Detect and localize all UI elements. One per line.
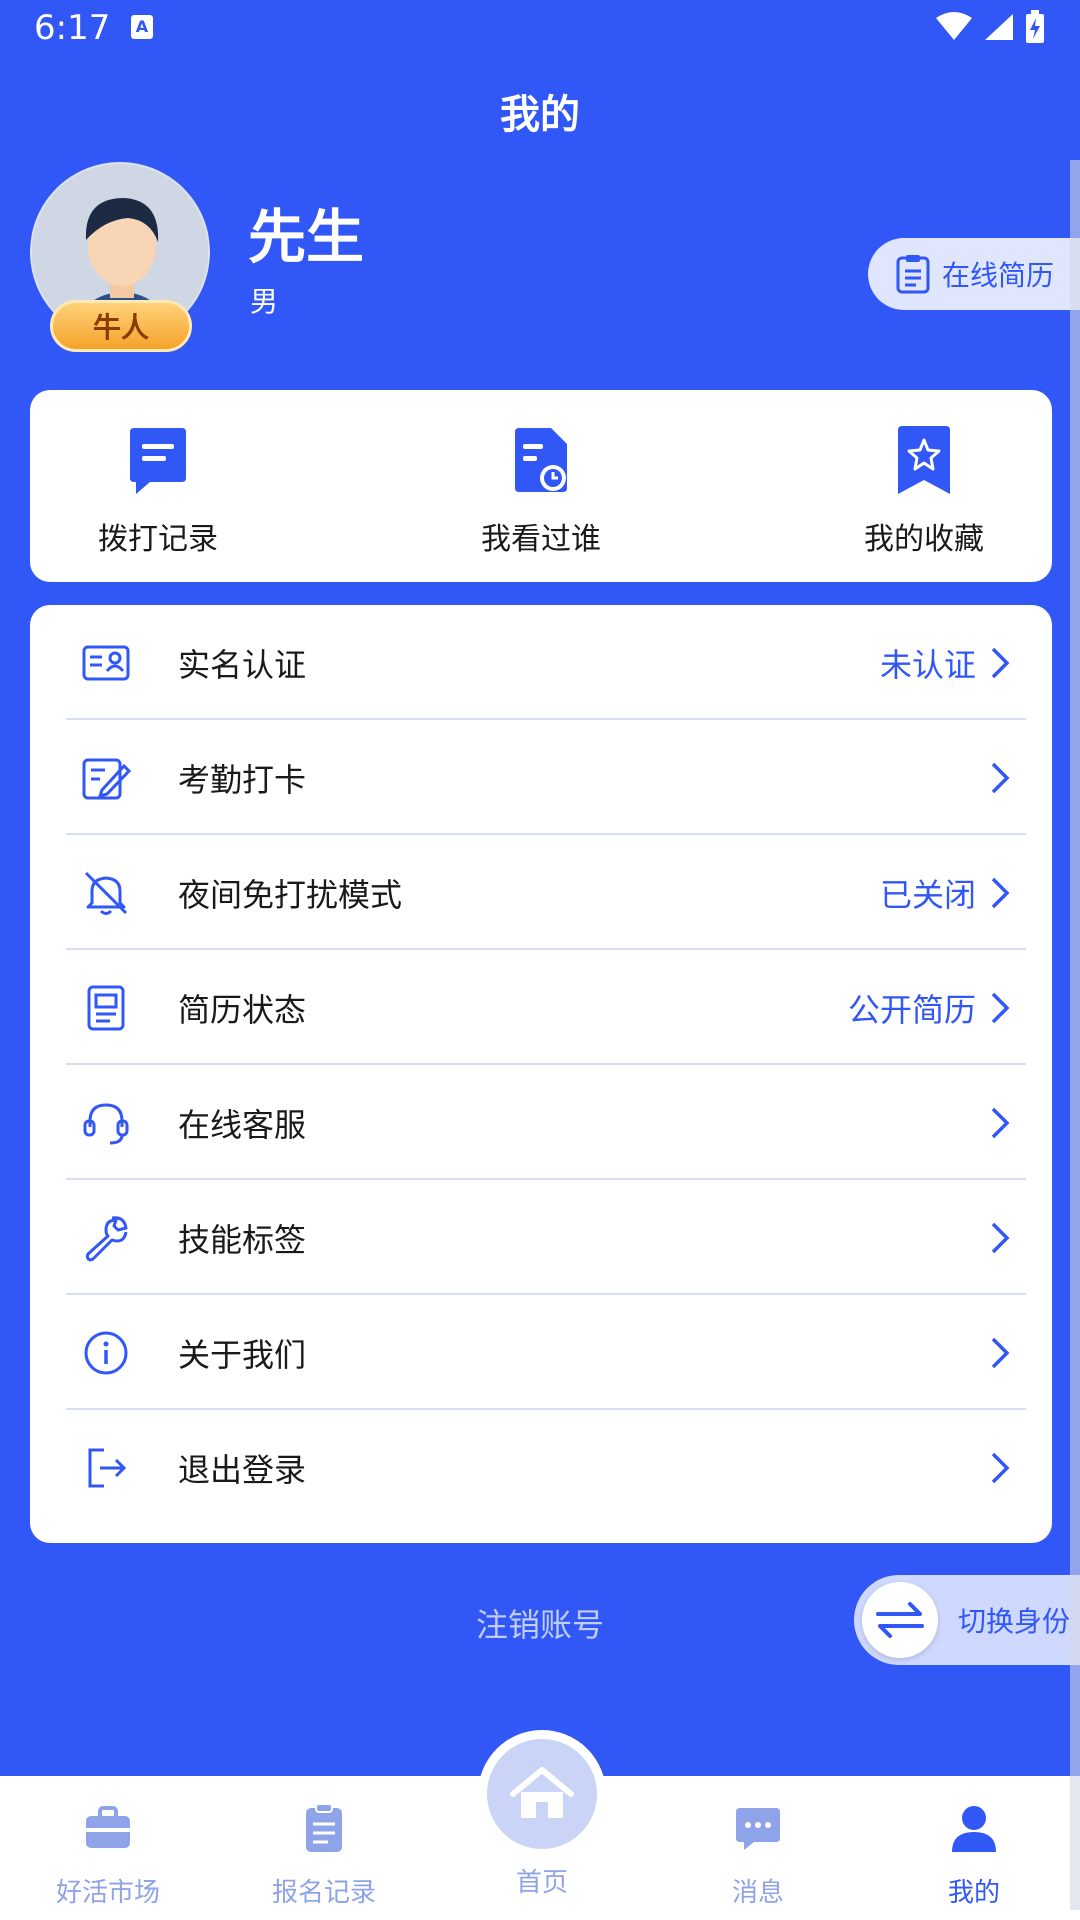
page-title: 我的: [500, 92, 580, 138]
menu-label: 夜间免打扰模式: [178, 875, 403, 914]
user-name: 先生: [248, 203, 365, 271]
home-inner: [487, 1739, 597, 1849]
menu-label: 实名认证: [178, 645, 307, 684]
wifi-icon: [936, 12, 972, 40]
quick-favorites[interactable]: 我的收藏: [814, 424, 1034, 558]
resume-icon: [896, 255, 930, 294]
home-icon: [510, 1767, 574, 1818]
menu-value: 已关闭: [879, 875, 976, 914]
attendance-icon: [82, 758, 132, 799]
scrollbar[interactable]: [1070, 160, 1080, 1910]
role-badge: 牛人: [50, 300, 192, 352]
swap-arrows-icon: [876, 1602, 924, 1638]
clipboard-icon: [306, 1803, 342, 1852]
document-icon: [87, 985, 125, 1030]
battery-icon: [1026, 10, 1044, 43]
chevron-right-icon: [991, 1452, 1010, 1483]
info-icon: [84, 1331, 128, 1374]
quick-actions-card: 拨打记录 我看过谁 我的收藏: [30, 390, 1052, 582]
settings-menu-card: 实名认证 未认证 考勤打卡 夜间免打扰模式 已关闭 简历状态 公开简历 在线客服…: [30, 605, 1052, 1543]
notification-a-icon: A: [131, 15, 153, 39]
menu-item-customer-service[interactable]: 在线客服: [66, 1065, 1026, 1180]
nav-mine[interactable]: 我的: [894, 1802, 1054, 1909]
message-icon: [736, 1808, 780, 1850]
nav-label: 好活市场: [55, 1878, 160, 1908]
quick-viewed-history-label: 我看过谁: [481, 522, 601, 557]
chevron-right-icon: [991, 1107, 1010, 1138]
menu-label: 技能标签: [178, 1220, 307, 1259]
menu-label: 考勤打卡: [178, 760, 307, 799]
nav-signup-records[interactable]: 报名记录: [244, 1802, 404, 1909]
nav-label: 我的: [947, 1878, 1000, 1908]
status-time: 6:17: [34, 8, 111, 48]
logout-icon: [88, 1448, 127, 1487]
menu-label: 在线客服: [178, 1105, 307, 1144]
menu-item-attendance[interactable]: 考勤打卡: [66, 720, 1026, 835]
user-gender: 男: [250, 285, 279, 318]
menu-value: 未认证: [879, 645, 976, 684]
menu-item-about-us[interactable]: 关于我们: [66, 1295, 1026, 1410]
online-resume-label: 在线简历: [942, 259, 1055, 292]
nav-label: 报名记录: [271, 1878, 376, 1908]
user-icon: [952, 1806, 996, 1852]
quick-favorites-label: 我的收藏: [864, 522, 984, 557]
quick-call-log-label: 拨打记录: [98, 522, 218, 557]
chevron-right-icon: [991, 992, 1010, 1023]
switch-circle: [862, 1582, 938, 1658]
chevron-right-icon: [991, 647, 1010, 678]
nav-home-label: 首页: [515, 1868, 568, 1898]
menu-label: 简历状态: [178, 990, 307, 1029]
menu-label: 退出登录: [178, 1450, 307, 1489]
online-resume-button[interactable]: 在线简历: [868, 238, 1080, 310]
menu-item-real-name-auth[interactable]: 实名认证 未认证: [66, 605, 1026, 720]
bell-off-icon: [84, 871, 128, 915]
quick-call-log[interactable]: 拨打记录: [48, 424, 268, 558]
nav-label: 消息: [731, 1878, 784, 1908]
chevron-right-icon: [991, 877, 1010, 908]
nav-market[interactable]: 好活市场: [28, 1802, 188, 1909]
menu-item-logout[interactable]: 退出登录: [66, 1410, 1026, 1525]
switch-identity-label: 切换身份: [958, 1605, 1071, 1638]
call-log-icon: [130, 428, 186, 494]
chevron-right-icon: [991, 1222, 1010, 1253]
id-card-icon: [82, 645, 130, 680]
quick-viewed-history[interactable]: 我看过谁: [431, 424, 651, 558]
menu-item-resume-status[interactable]: 简历状态 公开简历: [66, 950, 1026, 1065]
viewed-history-icon: [515, 428, 567, 492]
switch-identity-button[interactable]: 切换身份: [854, 1575, 1080, 1665]
status-bar: 6:17 A: [0, 0, 1080, 60]
nav-messages[interactable]: 消息: [678, 1802, 838, 1909]
chevron-right-icon: [991, 762, 1010, 793]
favorites-icon: [898, 426, 950, 494]
signal-icon: [985, 14, 1013, 40]
menu-item-night-dnd[interactable]: 夜间免打扰模式 已关闭: [66, 835, 1026, 950]
svg-text:A: A: [136, 17, 149, 36]
menu-label: 关于我们: [178, 1335, 307, 1374]
menu-value: 公开简历: [847, 990, 976, 1029]
briefcase-icon: [86, 1806, 130, 1848]
headset-icon: [83, 1102, 129, 1144]
wrench-icon: [85, 1215, 128, 1261]
chevron-right-icon: [991, 1337, 1010, 1368]
menu-item-skill-tags[interactable]: 技能标签: [66, 1180, 1026, 1295]
nav-home[interactable]: [478, 1730, 606, 1858]
